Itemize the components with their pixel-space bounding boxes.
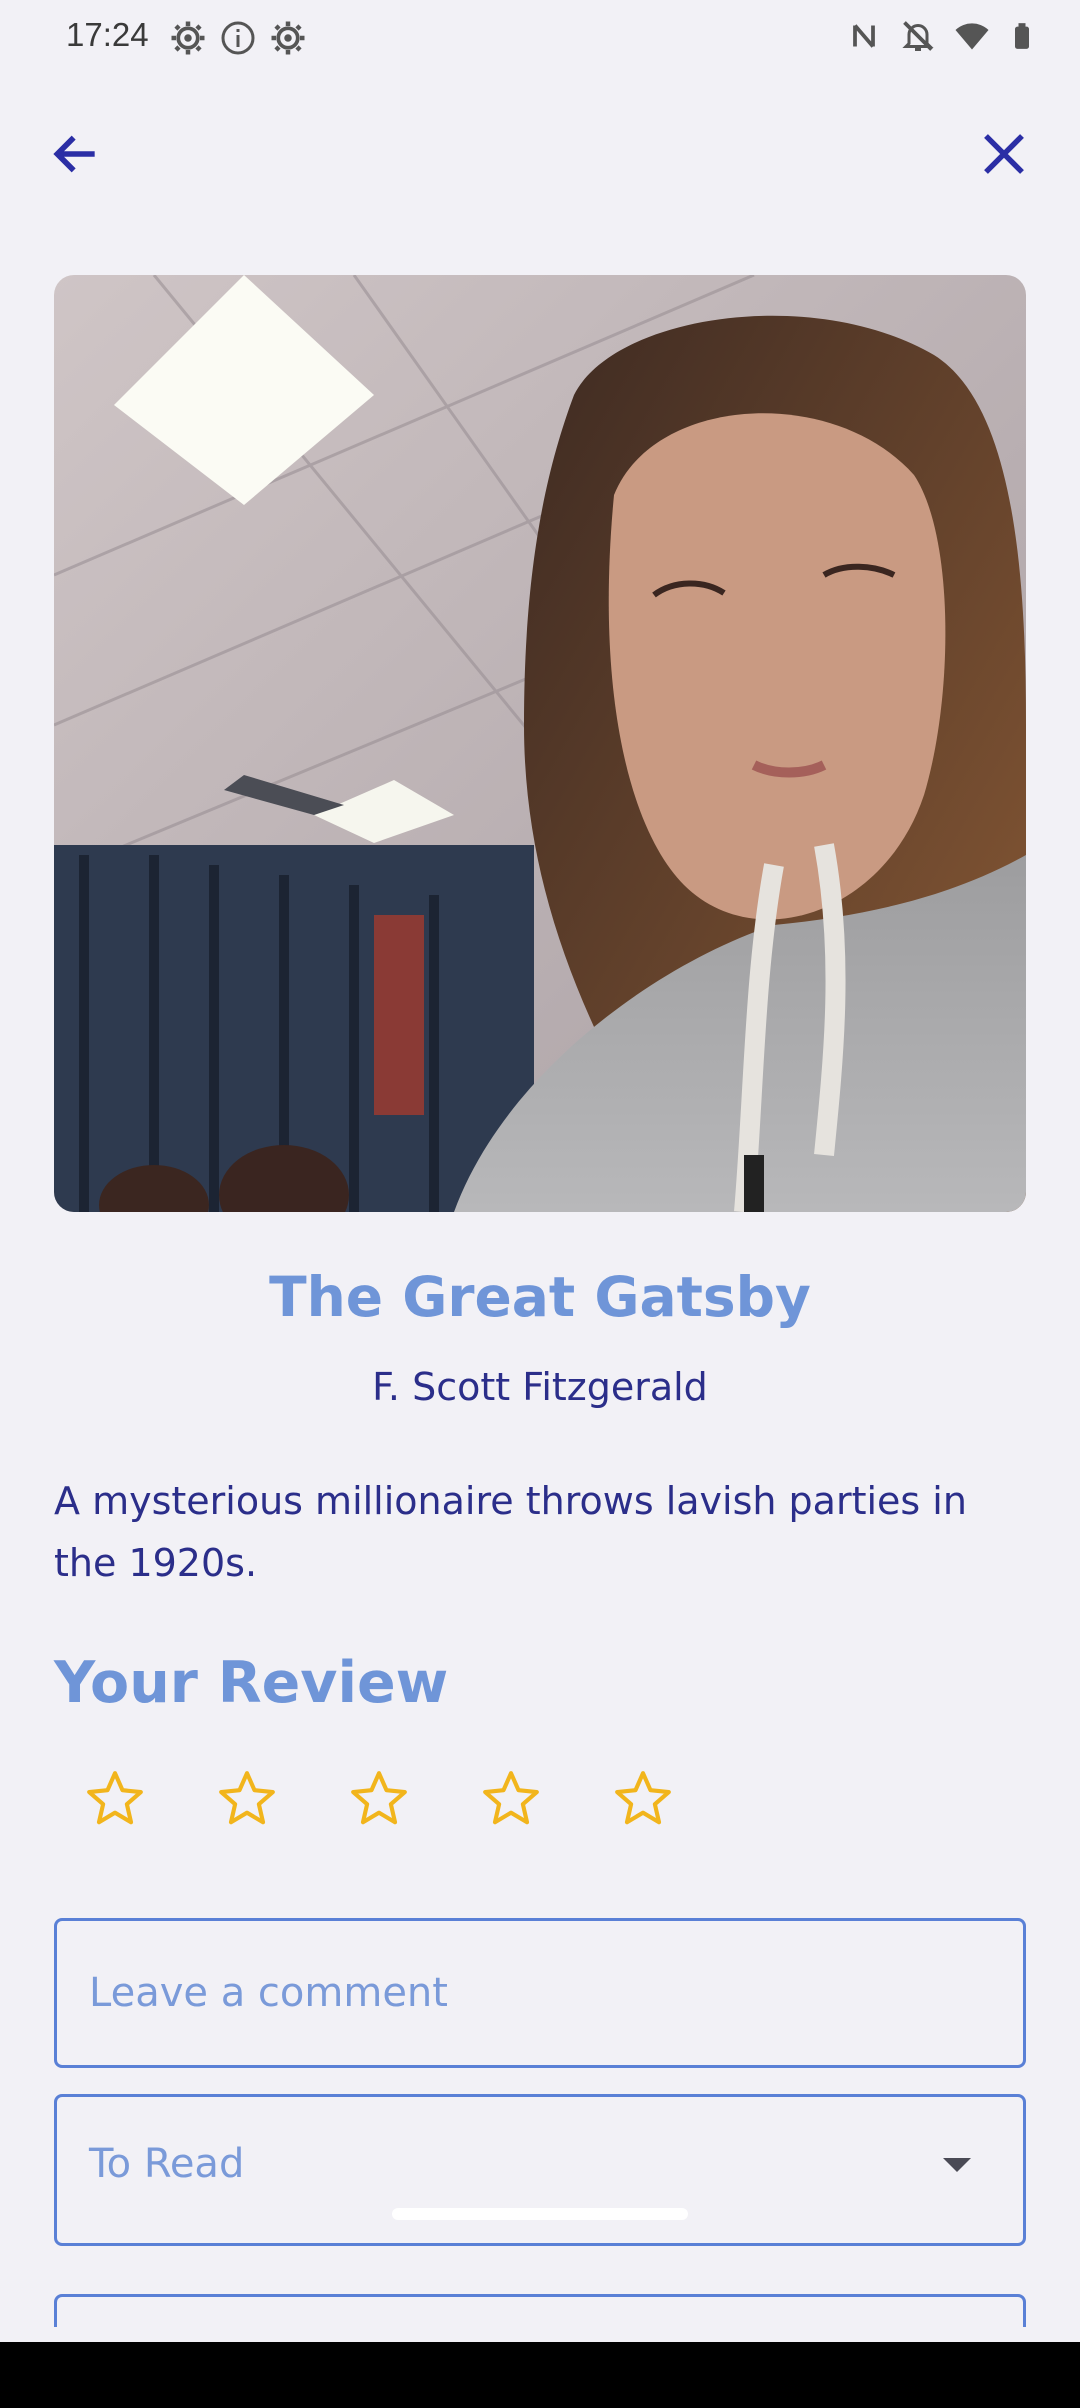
book-title: The Great Gatsby — [269, 1265, 811, 1329]
nfc-icon — [853, 24, 875, 48]
star-5-icon[interactable] — [612, 1768, 674, 1830]
dropdown-arrow-icon — [943, 2158, 971, 2172]
book-description: A mysterious millionaire throws lavish p… — [54, 1479, 967, 1585]
reading-status-dropdown[interactable]: To Read — [54, 2094, 1026, 2246]
book-cover-image — [54, 275, 1026, 1212]
star-1-icon[interactable] — [84, 1768, 146, 1830]
status-bar: 17:24 — [0, 0, 1080, 76]
status-system-icons — [846, 18, 1036, 54]
star-4-icon[interactable] — [480, 1768, 542, 1830]
star-rating — [84, 1768, 674, 1830]
info-icon — [221, 21, 255, 55]
arrow-left-icon — [53, 135, 95, 173]
battery-icon — [1015, 23, 1029, 49]
home-indicator[interactable] — [392, 2208, 688, 2220]
comment-input[interactable] — [57, 1921, 1023, 2065]
comment-field[interactable] — [54, 1918, 1026, 2068]
reading-status-value: To Read — [89, 2141, 245, 2187]
review-heading: Your Review — [54, 1650, 449, 1716]
book-author: F. Scott Fitzgerald — [372, 1365, 708, 1409]
back-button[interactable] — [40, 118, 112, 190]
close-icon — [984, 134, 1024, 174]
wifi-icon — [955, 23, 989, 50]
status-time: 17:24 — [66, 16, 149, 53]
system-navigation-bar — [0, 2342, 1080, 2408]
settings-gear-icon — [271, 21, 305, 55]
close-button[interactable] — [968, 118, 1040, 190]
star-2-icon[interactable] — [216, 1768, 278, 1830]
bell-off-icon — [902, 21, 934, 51]
next-field-partial[interactable] — [54, 2294, 1026, 2327]
star-3-icon[interactable] — [348, 1768, 410, 1830]
settings-gear-icon — [171, 21, 205, 55]
status-notification-icons — [170, 20, 306, 56]
